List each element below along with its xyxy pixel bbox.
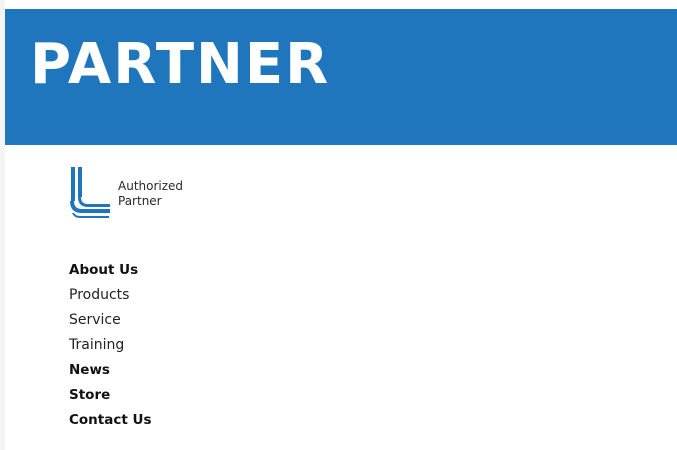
authorized-partner-logo-icon xyxy=(70,167,110,218)
page-title: PARTNER xyxy=(30,32,331,97)
partner-banner: PARTNER xyxy=(5,9,677,145)
logo-text-line1: Authorized xyxy=(118,179,184,193)
authorized-partner-logo[interactable]: Authorized Partner xyxy=(70,167,200,221)
nav-item-store[interactable]: Store xyxy=(69,385,152,410)
nav-item-products[interactable]: Products xyxy=(69,285,152,310)
nav-item-about-us[interactable]: About Us xyxy=(69,260,152,285)
nav-item-news[interactable]: News xyxy=(69,360,152,385)
nav-item-service[interactable]: Service xyxy=(69,310,152,335)
main-nav: About Us Products Service Training News … xyxy=(69,260,152,435)
logo-text: Authorized Partner xyxy=(118,179,183,209)
page: PARTNER Authorized Partner About Us Prod… xyxy=(0,0,677,450)
nav-item-training[interactable]: Training xyxy=(69,335,152,360)
logo-text-line2: Partner xyxy=(118,194,162,208)
nav-item-contact-us[interactable]: Contact Us xyxy=(69,410,152,435)
